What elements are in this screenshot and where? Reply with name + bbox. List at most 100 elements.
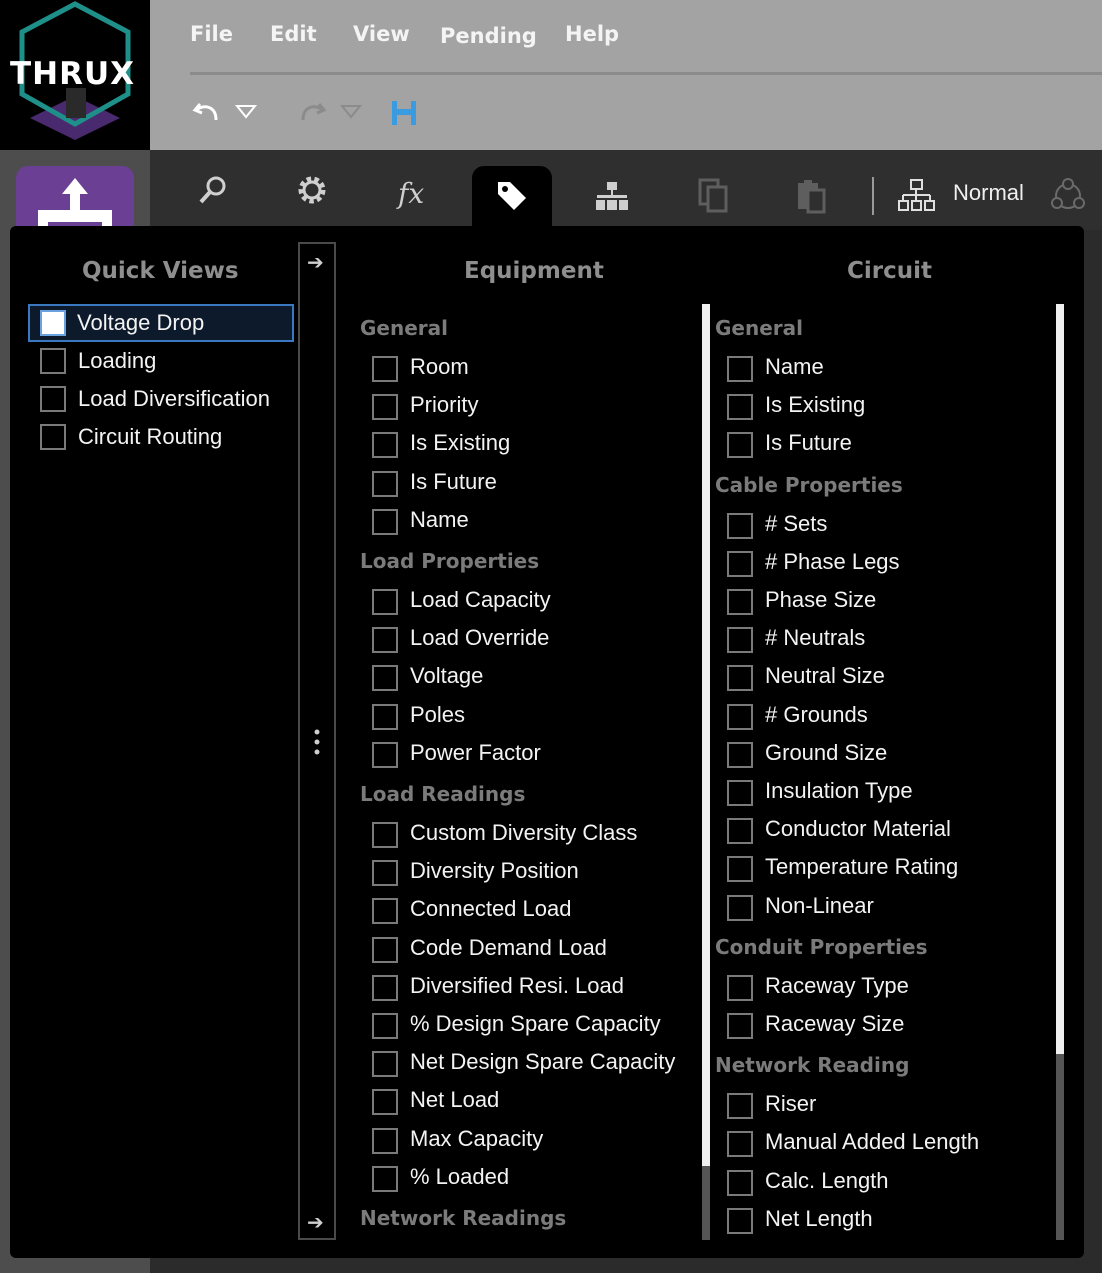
collapse-arrow-icon[interactable]: ➔ [307, 1210, 324, 1235]
circuit-scrollbar-thumb[interactable] [1056, 304, 1064, 1054]
field-label[interactable]: Code Demand Load [410, 935, 607, 961]
quick-view-item[interactable]: Loading [30, 344, 292, 378]
field-label[interactable]: Poles [410, 702, 465, 728]
checkbox[interactable] [727, 703, 753, 730]
checkbox[interactable] [727, 856, 753, 883]
expand-arrow-icon[interactable]: ➔ [307, 250, 324, 275]
field-label[interactable]: Raceway Size [765, 1011, 904, 1037]
field-label[interactable]: Net Load [410, 1087, 499, 1113]
checkbox[interactable] [727, 589, 753, 615]
field-label[interactable]: Load Override [410, 625, 549, 651]
checkbox[interactable] [727, 780, 753, 806]
checkbox[interactable] [372, 589, 398, 615]
checkbox[interactable] [727, 1207, 753, 1234]
checkbox[interactable] [372, 627, 398, 654]
field-label[interactable]: Name [410, 507, 469, 533]
field-label[interactable]: Power Factor [410, 740, 541, 766]
function-icon[interactable]: fx [396, 176, 430, 212]
hierarchy-icon[interactable] [594, 180, 630, 212]
equipment-scrollbar-track[interactable] [702, 1166, 710, 1240]
field-label[interactable]: Non-Linear [765, 893, 874, 919]
field-label[interactable]: # Phase Legs [765, 549, 900, 575]
menu-pending[interactable]: Pending [440, 24, 537, 48]
field-label[interactable]: Max Capacity [410, 1126, 543, 1152]
field-label[interactable]: % Design Spare Capacity [410, 1011, 661, 1037]
quick-view-item[interactable]: Circuit Routing [30, 420, 292, 454]
field-label[interactable]: Raceway Type [765, 973, 909, 999]
checkbox[interactable] [372, 703, 398, 730]
gear-icon[interactable] [296, 174, 328, 206]
field-label[interactable]: Room [410, 354, 469, 380]
checkbox[interactable] [372, 432, 398, 459]
checkbox[interactable] [727, 550, 753, 577]
field-label[interactable]: Load Capacity [410, 587, 551, 613]
checkbox[interactable] [372, 1089, 398, 1116]
checkbox[interactable] [372, 1127, 398, 1154]
checkbox[interactable] [40, 348, 66, 374]
field-label[interactable]: Net Length [765, 1206, 873, 1232]
checkbox[interactable] [372, 741, 398, 768]
field-label[interactable]: Custom Diversity Class [410, 820, 637, 846]
checkbox[interactable] [372, 356, 398, 382]
field-label[interactable]: Connected Load [410, 896, 571, 922]
checkbox[interactable] [727, 974, 753, 1001]
field-label[interactable]: # Neutrals [765, 625, 865, 651]
field-label[interactable]: Is Existing [765, 392, 865, 418]
checkbox[interactable] [727, 394, 753, 421]
field-label[interactable]: Ground Size [765, 740, 887, 766]
checkbox[interactable] [372, 1165, 398, 1192]
checkbox[interactable] [727, 627, 753, 654]
field-label[interactable]: Diversified Resi. Load [410, 973, 624, 999]
field-label[interactable]: Name [765, 354, 824, 380]
checkbox[interactable] [372, 898, 398, 925]
field-label[interactable]: Temperature Rating [765, 854, 958, 880]
field-label[interactable]: Phase Size [765, 587, 876, 613]
drag-handle-icon[interactable] [314, 728, 320, 758]
save-icon[interactable] [391, 100, 417, 126]
circuit-scrollbar-track[interactable] [1056, 1054, 1064, 1240]
field-label[interactable]: Is Future [765, 430, 852, 456]
search-icon[interactable] [198, 174, 228, 206]
checkbox[interactable] [727, 1093, 753, 1120]
checkbox[interactable] [372, 974, 398, 1001]
checkbox[interactable] [727, 894, 753, 921]
menu-file[interactable]: File [190, 22, 233, 46]
checkbox[interactable] [372, 1051, 398, 1078]
mode-label[interactable]: Normal [953, 180, 1024, 206]
redo-dropdown-icon[interactable] [340, 104, 362, 120]
checkbox[interactable] [727, 356, 753, 382]
field-label[interactable]: Conductor Material [765, 816, 951, 842]
field-label[interactable]: Neutral Size [765, 663, 885, 689]
paste-icon[interactable] [796, 178, 828, 214]
equipment-scrollbar-thumb[interactable] [702, 304, 710, 1166]
field-label[interactable]: # Grounds [765, 702, 868, 728]
checkbox[interactable] [727, 512, 753, 539]
checkbox[interactable] [40, 310, 66, 336]
checkbox[interactable] [40, 424, 66, 450]
field-label[interactable]: Diversity Position [410, 858, 579, 884]
field-label[interactable]: Is Existing [410, 430, 510, 456]
field-label[interactable]: # Sets [765, 511, 827, 537]
field-label[interactable]: Net Design Spare Capacity [410, 1049, 675, 1075]
checkbox[interactable] [727, 818, 753, 845]
field-label[interactable]: Insulation Type [765, 778, 913, 804]
share-icon[interactable] [1050, 178, 1086, 214]
checkbox[interactable] [372, 665, 398, 692]
undo-icon[interactable] [192, 96, 222, 126]
checkbox[interactable] [372, 394, 398, 421]
field-label[interactable]: Is Future [410, 469, 497, 495]
copy-icon[interactable] [698, 178, 730, 214]
checkbox[interactable] [372, 822, 398, 848]
field-label[interactable]: Priority [410, 392, 478, 418]
checkbox[interactable] [372, 936, 398, 963]
checkbox[interactable] [727, 1013, 753, 1039]
checkbox[interactable] [372, 470, 398, 497]
network-icon[interactable] [898, 178, 936, 214]
checkbox[interactable] [727, 1131, 753, 1158]
menu-view[interactable]: View [353, 22, 410, 46]
undo-dropdown-icon[interactable] [235, 104, 257, 120]
menu-help[interactable]: Help [565, 22, 619, 46]
field-label[interactable]: Calc. Length [765, 1168, 889, 1194]
field-label[interactable]: Manual Added Length [765, 1129, 979, 1155]
checkbox[interactable] [727, 1169, 753, 1196]
